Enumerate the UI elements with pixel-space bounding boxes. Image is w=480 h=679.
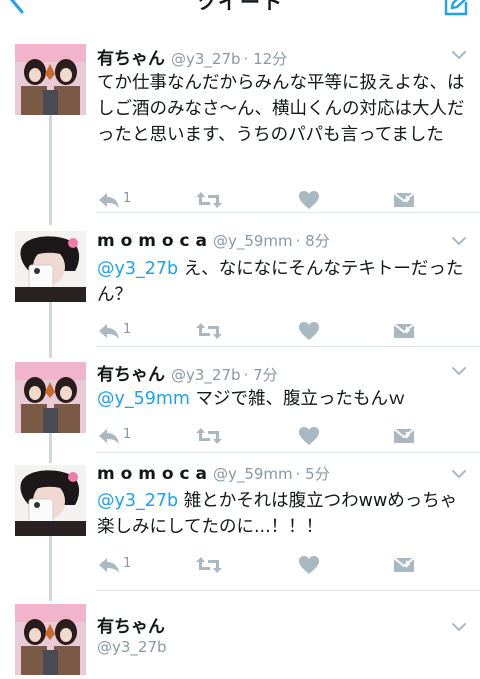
heart-icon[interactable] [298, 321, 320, 341]
tweet-timestamp: · 12分 [243, 50, 288, 68]
reply-count: 1 [123, 427, 132, 442]
envelope-icon[interactable] [393, 555, 415, 575]
avatar[interactable] [15, 44, 86, 115]
heart-icon[interactable] [298, 555, 320, 575]
envelope-icon[interactable] [393, 321, 415, 341]
tweet-actions: 1 [97, 426, 427, 446]
user-name[interactable]: 有ちゃん [97, 612, 165, 637]
tweet-item[interactable]: 有ちゃん @y3_27b · 7分 @y_59mm マジで雑、腹立ったもんｗ 1 [0, 352, 480, 457]
reply-button[interactable]: 1 [97, 321, 137, 341]
compose-icon[interactable] [442, 0, 472, 16]
avatar[interactable] [15, 231, 86, 302]
retweet-icon[interactable] [195, 426, 223, 446]
user-handle[interactable]: @y3_27b [97, 638, 167, 656]
avatar[interactable] [15, 604, 86, 675]
user-handle[interactable]: @y_59mm [213, 232, 293, 250]
user-handle[interactable]: @y_59mm [213, 465, 293, 483]
chevron-down-icon[interactable] [452, 236, 466, 246]
retweet-icon[interactable] [195, 190, 223, 210]
reply-count: 1 [123, 322, 132, 337]
tweet-text: @y_59mm マジで雑、腹立ったもんｗ [97, 386, 472, 412]
tweet-timestamp: · 5分 [295, 465, 330, 483]
reply-count: 1 [123, 556, 132, 571]
tweet-item[interactable]: m o m o c a @y_59mm · 8分 @y3_27b え、なになにそんな… [0, 218, 480, 348]
reply-icon [97, 555, 121, 575]
tweet-actions: 1 [97, 555, 427, 575]
divider [96, 212, 480, 213]
mention-link[interactable]: @y3_27b [97, 259, 178, 279]
divider [96, 590, 480, 591]
chevron-down-icon[interactable] [452, 622, 466, 632]
avatar[interactable] [15, 362, 86, 433]
chevron-down-icon[interactable] [452, 469, 466, 479]
heart-icon[interactable] [298, 190, 320, 210]
reply-icon [97, 190, 121, 210]
divider [96, 346, 480, 347]
envelope-icon[interactable] [393, 426, 415, 446]
tweet-text: @y3_27b 雑とかそれは腹立つわwwめっちゃ楽しみにしてたのに...！！！ [97, 488, 472, 540]
tweet-timestamp: · 7分 [243, 366, 278, 384]
reply-button[interactable]: 1 [97, 190, 137, 210]
chevron-down-icon[interactable] [452, 50, 466, 60]
envelope-icon[interactable] [393, 190, 415, 210]
focused-tweet[interactable]: 有ちゃん @y3_27b [0, 596, 480, 679]
tweet-item[interactable]: m o m o c a @y_59mm · 5分 @y3_27b 雑とかそれは腹立つ… [0, 458, 480, 593]
user-name[interactable]: m o m o c a [97, 231, 207, 251]
nav-header: ツイート [0, 0, 480, 22]
user-name[interactable]: 有ちゃん [97, 49, 165, 69]
reply-icon [97, 426, 121, 446]
reply-icon [97, 321, 121, 341]
retweet-icon[interactable] [195, 321, 223, 341]
avatar[interactable] [15, 465, 86, 536]
page-title: ツイート [196, 0, 284, 14]
user-name[interactable]: 有ちゃん [97, 365, 165, 385]
user-name[interactable]: m o m o c a [97, 464, 207, 484]
reply-button[interactable]: 1 [97, 555, 137, 575]
tweet-actions: 1 [97, 321, 427, 341]
mention-link[interactable]: @y_59mm [97, 389, 190, 409]
reply-count: 1 [123, 191, 132, 206]
mention-link[interactable]: @y3_27b [97, 491, 178, 511]
heart-icon[interactable] [298, 426, 320, 446]
user-handle[interactable]: @y3_27b [171, 50, 241, 68]
tweet-text: てか仕事なんだからみんな平等に扱えよな、はしご酒のみなさ〜ん、横山くんの対応は大… [97, 73, 465, 145]
tweet-actions: 1 [97, 190, 427, 210]
tweet-item[interactable]: 有ちゃん @y3_27b · 12分 てか仕事なんだからみんな平等に扱えよな、はしご… [0, 30, 480, 220]
tweet-body: マジで雑、腹立ったもんｗ [189, 389, 406, 409]
tweet-timestamp: · 8分 [295, 232, 330, 250]
reply-button[interactable]: 1 [97, 426, 137, 446]
chevron-down-icon[interactable] [452, 366, 466, 376]
divider [96, 452, 480, 453]
tweet-text: @y3_27b え、なになにそんなテキトーだったん？ [97, 256, 472, 308]
user-handle[interactable]: @y3_27b [171, 366, 241, 384]
retweet-icon[interactable] [195, 555, 223, 575]
